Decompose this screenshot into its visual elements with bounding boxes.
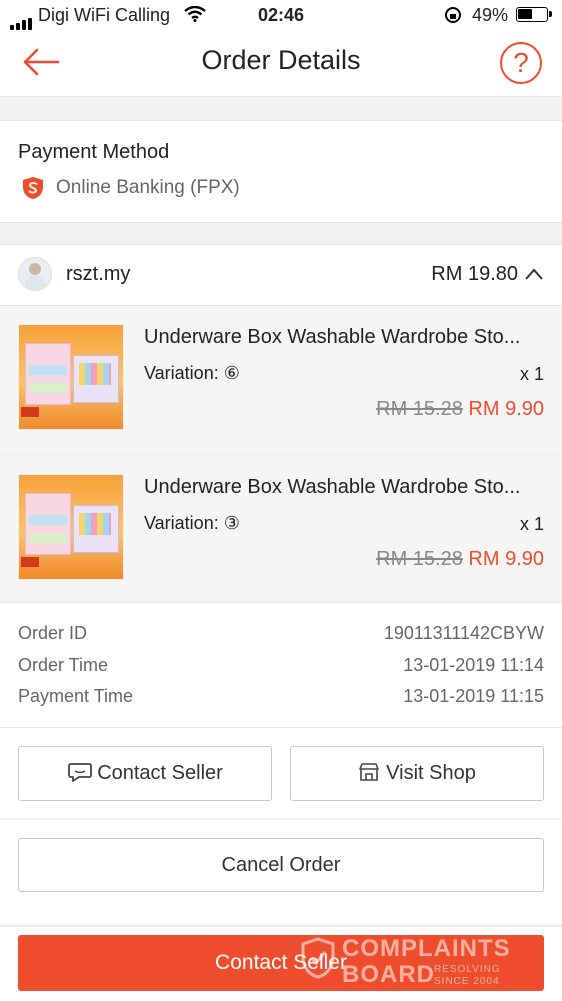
order-id-value: 19011311142CBYW [383,623,544,643]
shop-actions: Contact Seller Visit Shop [0,728,562,818]
nav-header: Order Details ? [0,30,562,97]
contact-seller-label: Contact Seller [97,762,223,784]
cancel-order-button[interactable]: Cancel Order [18,838,544,892]
order-time-value: 13-01-2019 11:14 [403,655,544,675]
watermark-line2: BOARD [342,961,435,988]
shop-total: RM 19.80 [431,263,518,285]
product-price-row: RM 15.28 RM 9.90 [300,398,544,421]
payment-method-value: Online Banking (FPX) [56,177,240,198]
watermark-tag1: RESOLVING [434,964,501,975]
shop-name[interactable]: rszt.my [66,263,130,286]
product-name: Underware Box Washable Wardrobe Sto... [144,476,521,498]
original-price: RM 15.28 [376,398,463,420]
rotation-lock-icon [445,7,461,23]
shop-avatar [18,257,52,291]
payment-time-label: Payment Time [18,686,134,706]
watermark-tag2: SINCE 2004 [434,976,500,987]
watermark: COMPLAINTS BOARD RESOLVING SINCE 2004 [300,933,520,993]
product-item[interactable]: Underware Box Washable Wardrobe Sto... V… [0,456,562,600]
payment-method-card: Payment Method Online Banking (FPX) [0,120,562,223]
product-thumbnail [18,474,124,580]
payment-method-heading: Payment Method [18,141,170,163]
product-thumbnail [18,324,124,430]
sale-price: RM 9.90 [468,398,544,420]
watermark-line1: COMPLAINTS [342,935,511,962]
order-info-card: Order ID 19011311142CBYW Order Time 13-0… [0,602,562,728]
watermark-shield-icon [301,937,335,979]
bottom-action-bar: Contact Seller COMPLAINTS BOARD RESOLVIN… [0,926,562,1001]
shield-logo-icon [23,177,43,199]
product-quantity: x 1 [519,364,544,384]
chat-bubble-icon [68,763,93,782]
visit-shop-label: Visit Shop [386,762,476,784]
battery-icon [516,7,552,22]
chevron-up-icon[interactable] [524,267,544,281]
product-variation: Variation: ⑥ [144,363,240,383]
visit-shop-button[interactable]: Visit Shop [290,746,544,801]
shop-header[interactable]: rszt.my RM 19.80 [0,244,562,306]
battery-percent: 49% [472,5,509,25]
cancel-section: Cancel Order [0,820,562,924]
page-title: Order Details [201,45,361,75]
order-time-label: Order Time [18,655,109,675]
product-variation: Variation: ③ [144,513,240,533]
order-id-label: Order ID [18,623,88,643]
product-item[interactable]: Underware Box Washable Wardrobe Sto... V… [0,306,562,450]
product-quantity: x 1 [519,514,544,534]
original-price: RM 15.28 [376,548,463,570]
sale-price: RM 9.90 [468,548,544,570]
payment-time-value: 13-01-2019 11:15 [403,686,544,706]
help-icon[interactable]: ? [500,42,542,84]
product-name: Underware Box Washable Wardrobe Sto... [144,326,521,348]
shop-icon [359,763,379,781]
status-bar: Digi WiFi Calling 02:46 49% [0,0,562,30]
product-price-row: RM 15.28 RM 9.90 [300,548,544,571]
contact-seller-button[interactable]: Contact Seller [18,746,272,801]
